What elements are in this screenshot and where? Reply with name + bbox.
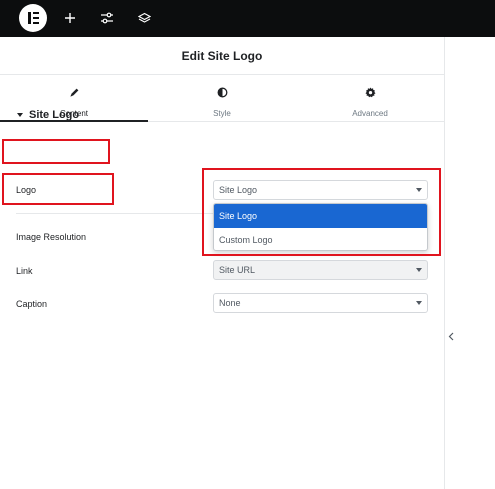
chevron-left-icon bbox=[448, 332, 454, 340]
caret-down-icon bbox=[17, 113, 23, 117]
highlight-box-logo-label bbox=[2, 173, 114, 205]
section-title: Site Logo bbox=[29, 109, 80, 121]
tab-label: Style bbox=[213, 109, 231, 118]
layers-icon[interactable] bbox=[134, 8, 154, 28]
link-select[interactable]: Site URL bbox=[213, 260, 428, 280]
caption-select[interactable]: None bbox=[213, 293, 428, 313]
plus-icon[interactable] bbox=[60, 8, 80, 28]
highlight-box-section bbox=[2, 139, 110, 164]
tab-label: Advanced bbox=[352, 109, 388, 118]
half-circle-icon bbox=[217, 85, 228, 103]
elementor-logo-icon[interactable] bbox=[19, 4, 47, 32]
tab-style[interactable]: Style bbox=[148, 76, 296, 122]
image-resolution-label: Image Resolution bbox=[16, 232, 87, 242]
panel-header: Edit Site Logo bbox=[0, 37, 444, 75]
caption-label: Caption bbox=[16, 299, 48, 309]
section-toggle-site-logo[interactable]: Site Logo bbox=[17, 109, 79, 121]
highlight-box-logo-select bbox=[202, 168, 441, 256]
sliders-icon[interactable] bbox=[97, 8, 117, 28]
caption-select-value: None bbox=[219, 298, 241, 308]
editor-top-bar bbox=[0, 0, 495, 37]
link-select-value: Site URL bbox=[219, 265, 256, 275]
tab-advanced[interactable]: Advanced bbox=[296, 76, 444, 122]
chevron-down-icon bbox=[416, 268, 422, 272]
panel-title: Edit Site Logo bbox=[181, 48, 263, 63]
collapse-panel-handle[interactable] bbox=[445, 316, 457, 356]
chevron-down-icon bbox=[416, 301, 422, 305]
gear-icon bbox=[364, 85, 376, 103]
pencil-icon bbox=[69, 85, 80, 103]
link-label: Link bbox=[16, 266, 33, 276]
